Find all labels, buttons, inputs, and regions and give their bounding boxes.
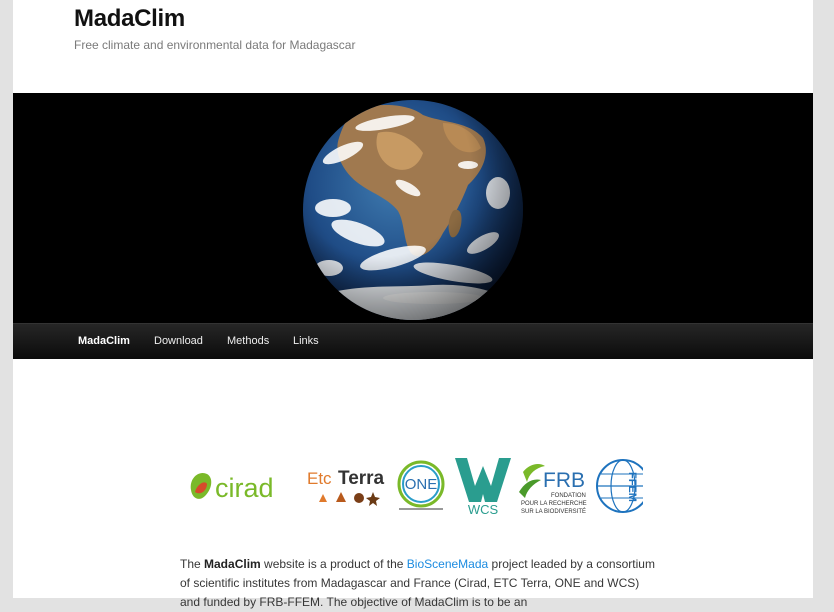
nav-item-links[interactable]: Links: [293, 335, 319, 347]
wcs-text: WCS: [468, 502, 499, 517]
wcs-logo: WCS: [455, 458, 511, 517]
ffem-text: FFEM: [626, 472, 638, 502]
frb-line-1: FONDATION: [551, 493, 586, 499]
partner-logos: cirad Etc Terra ONE WCS FRB FONDATION PO…: [183, 452, 650, 520]
page: MadaClim Free climate and environmental …: [13, 0, 813, 609]
nav-item-download[interactable]: Download: [154, 335, 203, 347]
terra-text: Terra: [338, 468, 385, 489]
header-banner-image: [13, 93, 813, 323]
frb-text: FRB: [543, 469, 585, 492]
site-title[interactable]: MadaClim: [74, 5, 185, 33]
cirad-logo: cirad: [190, 472, 274, 503]
nav-item-madaclim[interactable]: MadaClim: [78, 335, 130, 347]
intro-brand: MadaClim: [204, 557, 261, 571]
bioscenemada-link[interactable]: BioSceneMada: [407, 557, 488, 571]
etc-text: Etc: [307, 469, 332, 488]
site-description: Free climate and environmental data for …: [74, 38, 356, 52]
nav-item-methods[interactable]: Methods: [227, 335, 269, 347]
intro-paragraph: The MadaClim website is a product of the…: [180, 555, 660, 612]
one-logo: ONE: [397, 460, 445, 510]
frb-line-3: SUR LA BIODIVERSITÉ: [521, 508, 586, 515]
frb-line-2: POUR LA RECHERCHE: [521, 501, 587, 507]
cirad-text: cirad: [215, 473, 274, 503]
intro-text-1: The: [180, 557, 205, 571]
main-navigation: MadaClim Download Methods Links: [13, 323, 813, 359]
one-text: ONE: [405, 476, 438, 493]
earth-globe-image: [303, 100, 523, 320]
etc-terra-logo: Etc Terra: [307, 468, 385, 506]
frb-logo: FRB FONDATION POUR LA RECHERCHE SUR LA B…: [519, 464, 587, 515]
ffem-logo: FFEM: [596, 459, 650, 513]
intro-text-2: website is a product of the: [260, 557, 407, 571]
